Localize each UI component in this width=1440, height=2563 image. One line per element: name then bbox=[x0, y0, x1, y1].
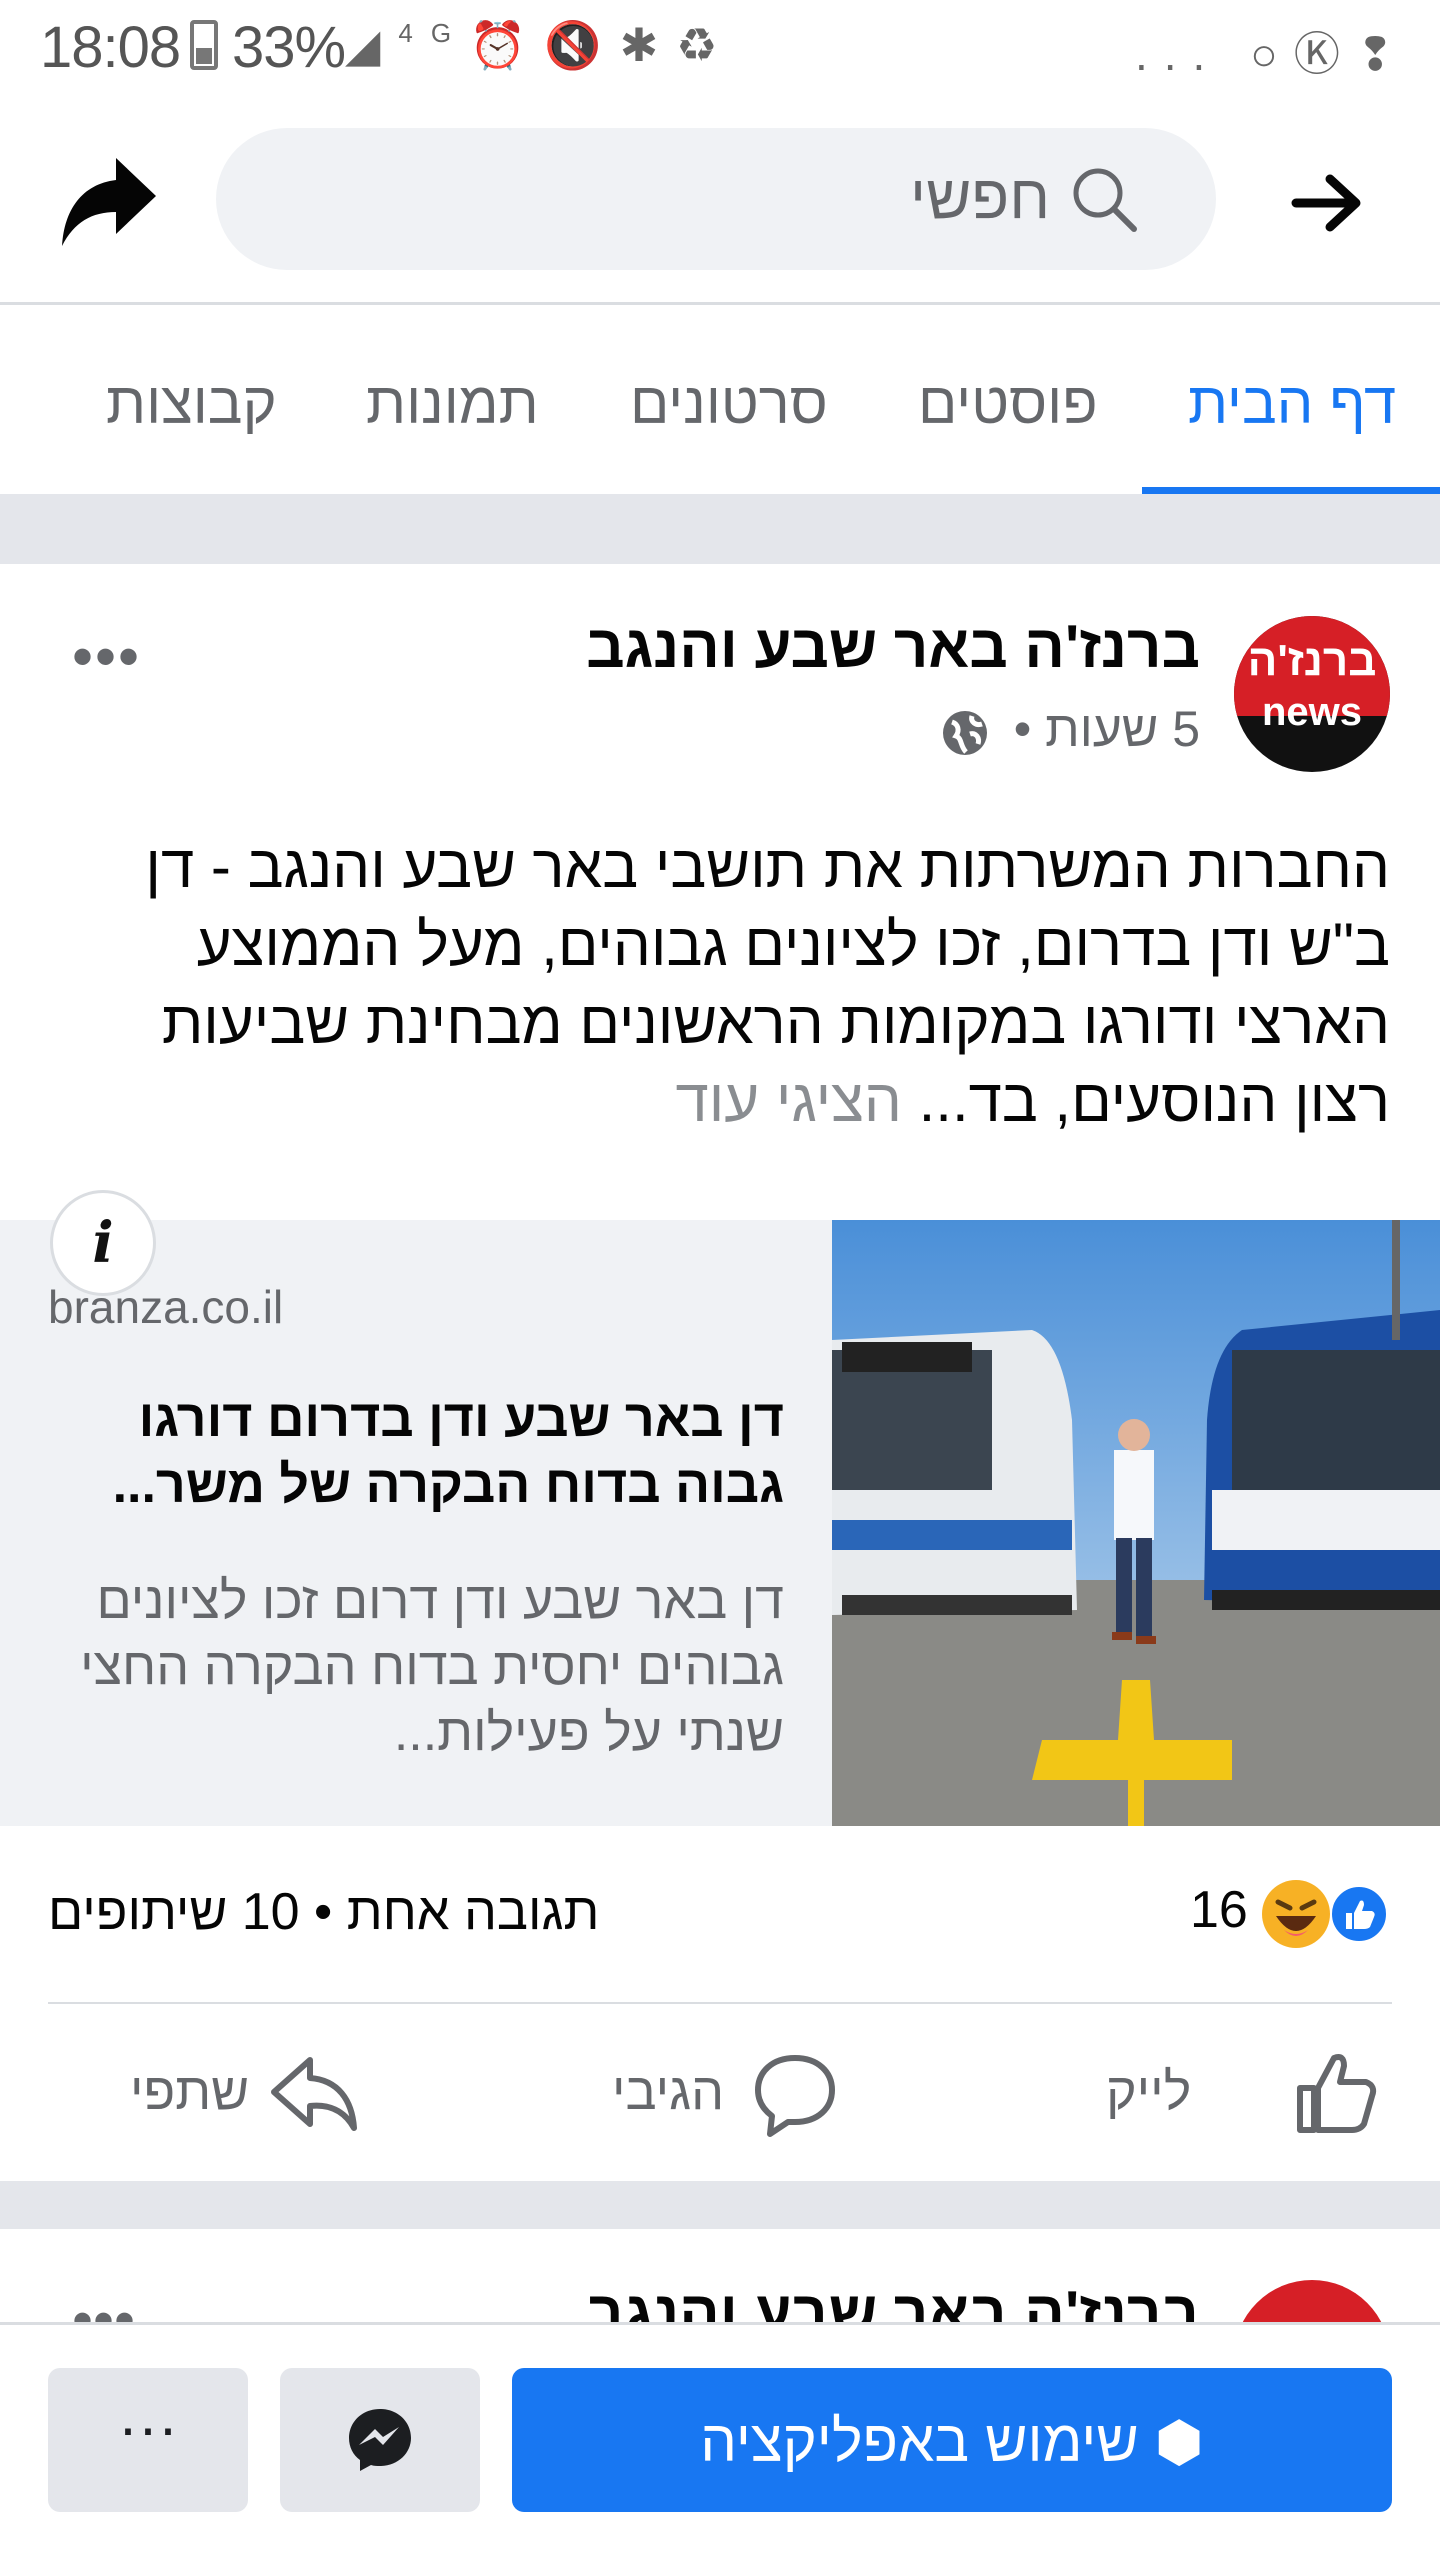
tab-photos[interactable]: תמונות bbox=[366, 370, 539, 437]
status-time: 18:08 bbox=[40, 15, 181, 80]
mute-icon: 🔇 bbox=[544, 19, 620, 71]
globe-icon bbox=[943, 711, 987, 755]
comment-button[interactable]: הגיבי bbox=[600, 2048, 840, 2138]
share-arrow-icon[interactable] bbox=[58, 150, 160, 250]
link-domain: branza.co.il bbox=[48, 1281, 284, 1333]
circle-icon: ○ bbox=[1250, 28, 1294, 80]
comment-label: הגיבי bbox=[612, 2063, 725, 2121]
network-type: 4G bbox=[398, 18, 470, 48]
bluetooth-icon: ✱ bbox=[619, 19, 677, 71]
like-button[interactable]: לייק bbox=[1080, 2048, 1380, 2138]
comments-shares-summary[interactable]: תגובה אחת • 10 שיתופים bbox=[48, 1882, 608, 1942]
thumbs-up-icon bbox=[1297, 2054, 1377, 2133]
haha-reaction-icon[interactable] bbox=[1262, 1880, 1330, 1948]
app-notify-icon: ❢ bbox=[1355, 28, 1411, 80]
status-icons: ◢4G⏰🔇✱♻ bbox=[345, 18, 735, 73]
share-label: שתפי bbox=[130, 2063, 250, 2121]
post-time-value: 5 שעות bbox=[1045, 701, 1200, 757]
tab-groups[interactable]: קבוצות bbox=[106, 370, 277, 437]
comment-icon bbox=[755, 2055, 835, 2137]
search-input[interactable] bbox=[216, 128, 1216, 270]
post-options-button[interactable]: ••• bbox=[72, 622, 141, 691]
reactions-count[interactable]: 16 bbox=[1190, 1880, 1248, 1940]
avatar[interactable]: ברנז'ה news bbox=[1234, 616, 1390, 772]
battery-icon bbox=[190, 20, 218, 70]
section-divider bbox=[0, 494, 1440, 564]
open-app-button[interactable]: ⬢ שימוש באפליקציה bbox=[512, 2368, 1392, 2512]
open-app-label: ⬢ שימוש באפליקציה bbox=[512, 2408, 1392, 2475]
cube-icon: ⬢ bbox=[1154, 2410, 1204, 2473]
search-icon bbox=[1073, 168, 1137, 232]
open-app-text: שימוש באפליקציה bbox=[700, 2409, 1139, 2474]
battery-percent: 33% bbox=[232, 15, 346, 80]
signal-icon: ◢ bbox=[345, 19, 399, 71]
app-k-icon: Ⓚ bbox=[1293, 28, 1356, 80]
search-placeholder: חפשי bbox=[910, 163, 1050, 232]
tab-videos[interactable]: סרטונים bbox=[630, 370, 828, 437]
post-divider bbox=[48, 2002, 1392, 2004]
messenger-icon bbox=[349, 2409, 411, 2471]
tab-posts[interactable]: פוסטים bbox=[918, 370, 1098, 437]
avatar-sublabel: news bbox=[1261, 690, 1363, 734]
active-tab-indicator bbox=[1142, 487, 1440, 494]
status-right-icons: ... ○Ⓚ❢ bbox=[1135, 18, 1410, 84]
more-notifications: ... bbox=[1135, 28, 1222, 80]
like-reaction-icon[interactable] bbox=[1328, 1883, 1390, 1945]
link-preview-image[interactable] bbox=[832, 1220, 1440, 1826]
share-icon bbox=[271, 2057, 357, 2131]
tab-home[interactable]: דף הבית bbox=[1188, 370, 1396, 437]
alarm-icon: ⏰ bbox=[469, 19, 545, 71]
link-description: דן באר שבע ודן דרום זכו לציונים גבוהים י… bbox=[80, 1572, 784, 1762]
post-author[interactable]: ברנז'ה באר שבע והנגב bbox=[540, 612, 1200, 681]
post-body: החברות המשרתות את תושבי באר שבע והנגב - … bbox=[70, 828, 1390, 1140]
recycle-icon: ♻ bbox=[676, 19, 736, 71]
avatar-label: ברנז'ה bbox=[1247, 636, 1377, 685]
more-button[interactable]: ··· bbox=[48, 2368, 248, 2512]
dot-separator: • bbox=[1013, 701, 1032, 757]
like-label: לייק bbox=[1106, 2063, 1192, 2121]
see-more-link[interactable]: הציגי עוד bbox=[675, 1067, 902, 1134]
link-title[interactable]: דן באר שבע ודן בדרום דורגו גבוה בדוח הבק… bbox=[60, 1386, 784, 1518]
messenger-button[interactable] bbox=[280, 2368, 480, 2512]
feed-gap bbox=[0, 2181, 1440, 2229]
share-button[interactable]: שתפי bbox=[128, 2048, 358, 2138]
arrow-right-icon[interactable] bbox=[1290, 165, 1366, 241]
